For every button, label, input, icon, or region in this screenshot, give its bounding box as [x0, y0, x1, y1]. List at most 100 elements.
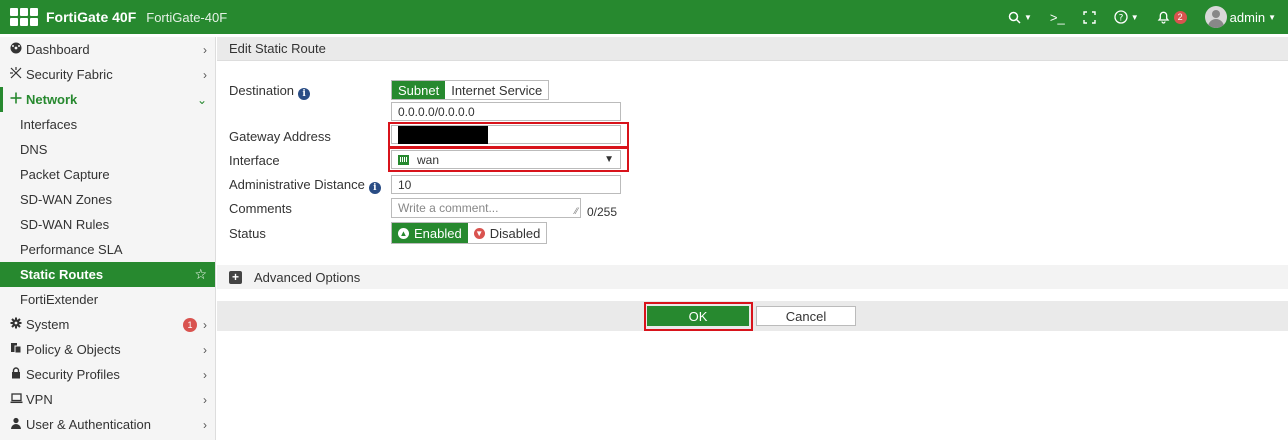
laptop-icon: [10, 392, 26, 407]
chevron-right-icon: ›: [203, 67, 207, 82]
sidebar-subitem-dns[interactable]: DNS: [0, 137, 215, 162]
fullscreen-icon: [1083, 10, 1096, 24]
info-icon[interactable]: i: [298, 88, 311, 100]
form-footer: OK Cancel: [217, 301, 1288, 331]
sidebar-item-label: Policy & Objects: [26, 342, 121, 357]
star-icon[interactable]: ☆: [194, 266, 207, 283]
sidebar-item-label: Static Routes: [20, 267, 104, 282]
sidebar-item-system[interactable]: System 1 ›: [0, 312, 215, 337]
top-right-toolbar: ▼ >_ ? ▼ 2 admin ▼: [1008, 0, 1288, 34]
sidebar-subitem-packet-capture[interactable]: Packet Capture: [0, 162, 215, 187]
destination-segmented-control: Subnet Internet Service: [391, 80, 550, 100]
status-enabled-button[interactable]: ▲ Enabled: [392, 223, 468, 243]
system-alert-badge: 1: [183, 317, 197, 332]
gateway-address-label: Gateway Address: [229, 129, 331, 144]
arrow-down-circle-icon: ▼: [473, 227, 485, 239]
security-fabric-icon: [10, 67, 26, 82]
sidebar-subitem-performance-sla[interactable]: Performance SLA: [0, 237, 215, 262]
sidebar-subitem-sd-wan-zones[interactable]: SD-WAN Zones: [0, 187, 215, 212]
top-bar: FortiGate 40F FortiGate-40F ▼ >_ ? ▼ 2 a…: [0, 0, 1288, 34]
chevron-right-icon: ›: [203, 342, 207, 357]
chevron-right-icon: ›: [203, 367, 207, 382]
avatar: [1204, 6, 1227, 28]
comments-label: Comments: [229, 201, 292, 216]
help-button[interactable]: ? ▼: [1114, 10, 1139, 24]
chevron-right-icon: ›: [203, 42, 207, 57]
comments-textarea[interactable]: Write a comment... ⁄⁄: [391, 198, 581, 218]
arrow-up-circle-icon: ▲: [398, 227, 409, 239]
status-toggle: ▲ Enabled ▼ Disabled: [391, 222, 548, 244]
status-disabled-label: Disabled: [489, 225, 541, 241]
sidebar: Dashboard › Security Fabric › Network ⌄ …: [0, 37, 216, 440]
interface-label: Interface: [229, 153, 280, 168]
chevron-right-icon: ›: [203, 317, 207, 332]
search-icon: [1008, 11, 1021, 24]
brand-name: FortiGate 40F: [46, 9, 137, 25]
administrative-distance-input[interactable]: 10: [391, 175, 621, 194]
destination-label-text: Destination: [229, 83, 295, 98]
bell-icon: [1157, 11, 1170, 24]
help-icon: ?: [1114, 10, 1128, 24]
sidebar-item-label: VPN: [26, 392, 53, 407]
fortinet-logo-icon: [10, 8, 38, 26]
sidebar-item-policy-objects[interactable]: Policy & Objects ›: [0, 337, 215, 362]
search-button[interactable]: ▼: [1008, 11, 1032, 24]
destination-subnet-input[interactable]: 0.0.0.0/0.0.0.0: [391, 102, 621, 121]
sidebar-subitem-sd-wan-rules[interactable]: SD-WAN Rules: [0, 212, 215, 237]
username: admin: [1229, 9, 1266, 25]
sidebar-subitem-static-routes[interactable]: Static Routes ☆: [0, 262, 215, 287]
cancel-button[interactable]: Cancel: [756, 306, 856, 326]
gear-icon: [10, 317, 26, 332]
destination-label: Destination i: [229, 83, 311, 100]
user-icon: [10, 417, 26, 432]
sidebar-item-label: System: [26, 317, 70, 332]
comments-counter: 0/255: [587, 205, 618, 219]
sidebar-item-label: Network: [26, 92, 78, 107]
brand[interactable]: FortiGate 40F FortiGate-40F: [0, 0, 227, 34]
sidebar-item-label: Security Profiles: [26, 367, 120, 382]
internet-service-option[interactable]: Internet Service: [445, 81, 549, 99]
notifications-button[interactable]: 2: [1157, 10, 1187, 24]
sidebar-item-dashboard[interactable]: Dashboard ›: [0, 37, 215, 62]
info-icon[interactable]: i: [368, 182, 381, 194]
notification-badge: 2: [1173, 10, 1187, 24]
comments-placeholder: Write a comment...: [398, 201, 499, 215]
chevron-right-icon: ›: [203, 417, 207, 432]
advanced-options-toggle[interactable]: + Advanced Options: [217, 265, 1288, 289]
sidebar-item-security-fabric[interactable]: Security Fabric ›: [0, 62, 215, 87]
plus-icon: +: [229, 270, 242, 284]
user-menu[interactable]: admin ▼: [1204, 6, 1276, 28]
sidebar-item-security-profiles[interactable]: Security Profiles ›: [0, 362, 215, 387]
lock-icon: [10, 367, 26, 382]
administrative-distance-label: Administrative Distance i: [229, 177, 381, 194]
sidebar-subitem-interfaces[interactable]: Interfaces: [0, 112, 215, 137]
page-title: Edit Static Route: [217, 37, 1288, 61]
policy-icon: [10, 342, 26, 357]
status-label: Status: [229, 226, 266, 241]
static-route-form: Destination i Subnet Internet Service 0.0…: [217, 61, 1288, 244]
highlight-box: [388, 147, 629, 172]
sidebar-item-network[interactable]: Network ⌄: [0, 87, 215, 112]
chevron-down-icon: ▼: [1268, 12, 1276, 22]
cli-console-button[interactable]: >_: [1050, 10, 1065, 25]
sidebar-item-vpn[interactable]: VPN ›: [0, 387, 215, 412]
sidebar-item-label: Security Fabric: [26, 67, 113, 82]
resize-grip-icon[interactable]: ⁄⁄: [575, 206, 578, 216]
subnet-option[interactable]: Subnet: [392, 81, 446, 99]
status-disabled-button[interactable]: ▼ Disabled: [467, 223, 547, 243]
advanced-options-label: Advanced Options: [254, 269, 361, 285]
sidebar-item-user-authentication[interactable]: User & Authentication ›: [0, 412, 215, 437]
administrative-distance-label-text: Administrative Distance: [229, 177, 365, 192]
sidebar-item-label: Dashboard: [26, 42, 90, 57]
main-content: Edit Static Route Destination i Subnet In…: [217, 37, 1288, 440]
fullscreen-button[interactable]: [1083, 10, 1096, 24]
sidebar-item-label: User & Authentication: [26, 417, 152, 432]
status-enabled-label: Enabled: [414, 225, 462, 241]
svg-text:?: ?: [1118, 14, 1123, 24]
chevron-down-icon: ▼: [1130, 12, 1139, 22]
chevron-down-icon: ▼: [1023, 12, 1032, 22]
destination-type-toggle: Subnet Internet Service: [391, 80, 550, 100]
chevron-right-icon: ›: [203, 392, 207, 407]
chevron-down-icon: ⌄: [196, 92, 207, 107]
sidebar-subitem-fortiextender[interactable]: FortiExtender: [0, 287, 215, 312]
